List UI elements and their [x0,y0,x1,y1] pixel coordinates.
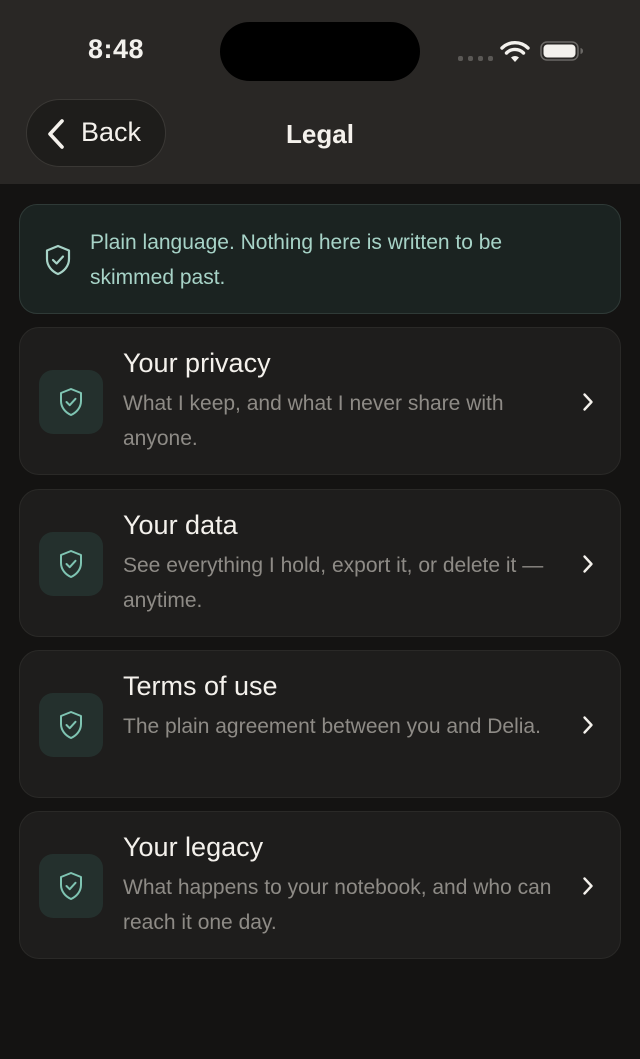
item-title: Terms of use [123,671,278,701]
legal-item-data[interactable]: Your data See everything I hold, export … [19,489,621,637]
item-title: Your privacy [123,348,271,378]
item-description: The plain agreement between you and Deli… [123,715,541,738]
dynamic-island [220,22,420,81]
legal-item-legacy[interactable]: Your legacy What happens to your noteboo… [19,811,621,959]
legal-item-privacy[interactable]: Your privacy What I keep, and what I nev… [19,327,621,475]
back-button[interactable]: Back [26,99,166,167]
plain-language-banner: Plain language. Nothing here is written … [19,204,621,314]
item-description: See everything I hold, export it, or del… [123,554,544,612]
back-label: Back [81,117,142,147]
item-icon-box [39,370,103,434]
shield-check-icon [45,244,71,276]
chevron-right-icon [583,716,593,734]
battery-icon [540,41,583,61]
cellular-signal-icon [458,53,494,61]
shield-check-icon [60,550,82,578]
chevron-right-icon [583,393,593,411]
navigation-header: 8:48 Back Legal [0,0,640,184]
banner-text: Plain language. Nothing here is written … [90,231,503,289]
item-icon-box [39,854,103,918]
item-icon-box [39,532,103,596]
item-description: What happens to your notebook, and who c… [123,876,552,934]
shield-check-icon [60,388,82,416]
item-icon-box [39,693,103,757]
shield-check-icon [60,872,82,900]
status-time: 8:48 [88,34,145,64]
item-description: What I keep, and what I never share with… [123,392,504,450]
shield-check-icon [60,711,82,739]
legal-item-terms[interactable]: Terms of use The plain agreement between… [19,650,621,798]
item-title: Your data [123,510,238,540]
chevron-left-icon [48,119,64,149]
wifi-icon [500,41,530,62]
item-title: Your legacy [123,832,264,862]
chevron-right-icon [583,877,593,895]
page-title: Legal [286,119,354,149]
chevron-right-icon [583,555,593,573]
